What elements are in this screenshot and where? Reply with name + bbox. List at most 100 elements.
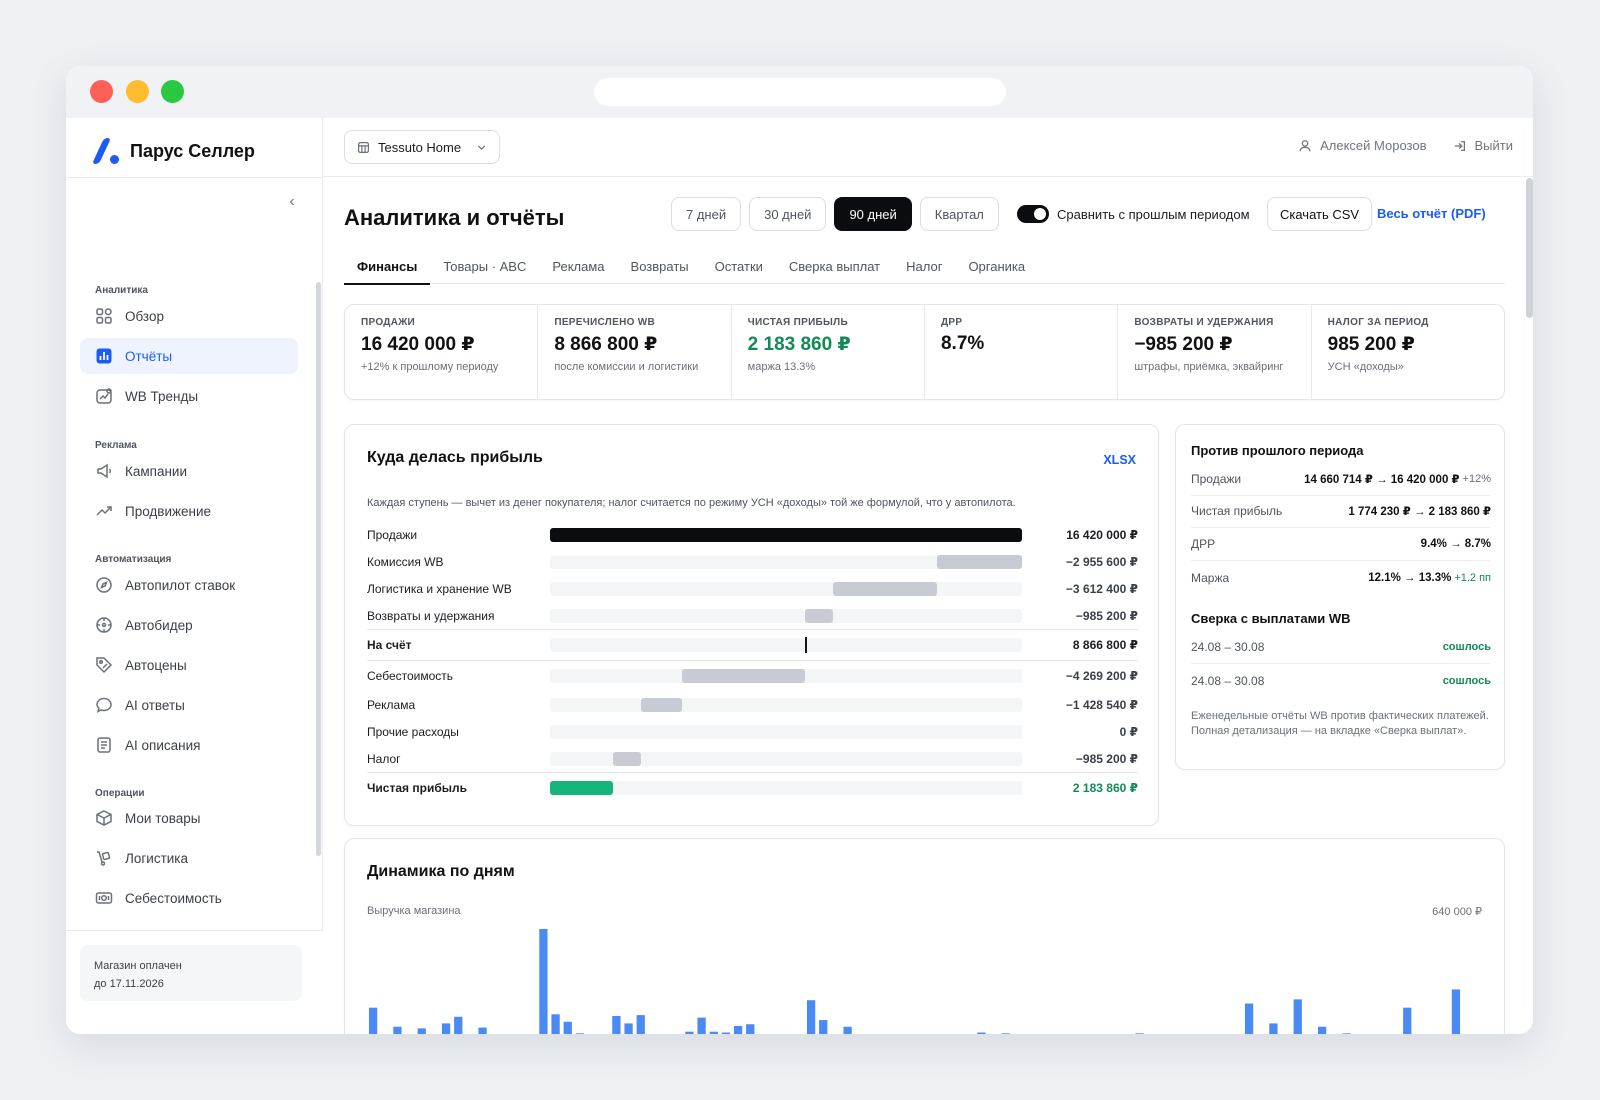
period-button[interactable]: 30 дней xyxy=(749,197,827,231)
sidebar-item[interactable]: Автоцены xyxy=(80,647,298,683)
sidebar-item-label: Себестоимость xyxy=(125,890,222,906)
waterfall-title: Куда делась прибыль xyxy=(367,449,543,466)
sidebar-section-title: Реклама xyxy=(95,440,137,451)
kpi-card: ПЕРЕЧИСЛЕНО WB 8 866 800 ₽ после комиссии … xyxy=(538,305,732,399)
tab[interactable]: Сверка выплат xyxy=(776,249,893,284)
waterfall-row-value: −3 612 400 ₽ xyxy=(1065,581,1138,596)
waterfall-bar xyxy=(641,697,683,712)
user-name[interactable]: Алексей Морозов xyxy=(1320,138,1426,153)
waterfall-row-label: Налог xyxy=(367,751,401,766)
kpi-label: НАЛОГ ЗА ПЕРИОД xyxy=(1327,317,1429,328)
sidebar-item[interactable]: Продвижение xyxy=(80,493,298,529)
comparison-label: ДРР xyxy=(1191,537,1216,551)
tab[interactable]: Товары · ABC xyxy=(430,249,539,284)
sidebar-scrollbar[interactable] xyxy=(316,282,321,856)
sidebar-item-label: Автопилот ставок xyxy=(125,577,236,593)
sidebar-item[interactable]: Автобидер xyxy=(80,607,298,643)
sidebar-item[interactable]: WB Тренды xyxy=(80,378,298,414)
store-name: Tessuto Home xyxy=(378,139,462,155)
revenue-bar xyxy=(624,1023,633,1034)
sidebar-item-label: Кампании xyxy=(125,463,188,479)
waterfall-row-label: Возвраты и удержания xyxy=(367,608,495,623)
sidebar-item[interactable]: Логистика xyxy=(80,840,298,876)
dolly-icon xyxy=(95,849,113,867)
main-scrollbar[interactable] xyxy=(1526,178,1533,318)
sidebar-item[interactable]: Отчёты xyxy=(80,338,298,374)
tab[interactable]: Возвраты xyxy=(618,249,702,284)
logo[interactable]: Парус Селлер xyxy=(90,136,255,166)
tab[interactable]: Налог xyxy=(893,249,955,284)
maximize-window-button[interactable] xyxy=(161,80,184,103)
address-bar[interactable] xyxy=(594,78,1006,106)
sidebar-item[interactable]: AI описания xyxy=(80,727,298,763)
revenue-bar xyxy=(819,1020,828,1034)
comparison-label: Продажи xyxy=(1191,472,1242,486)
waterfall-track xyxy=(550,608,1022,623)
toggle-switch[interactable] xyxy=(1017,205,1049,223)
revenue-bar xyxy=(685,1031,694,1034)
full-report-pdf-link[interactable]: Весь отчёт (PDF) xyxy=(1377,206,1486,221)
period-button[interactable]: Квартал xyxy=(919,197,999,231)
kpi-subtext: штрафы, приёмка, эквайринг xyxy=(1134,361,1284,373)
sidebar-item[interactable]: AI ответы xyxy=(80,687,298,723)
sidebar-item[interactable]: Мои товары xyxy=(80,800,298,836)
profit-waterfall-card: Куда делась прибыль XLSX Каждая ступень … xyxy=(344,424,1159,826)
sidebar-item-label: Автоцены xyxy=(125,657,187,673)
waterfall-row-label: Реклама xyxy=(367,697,416,712)
sidebar-item[interactable]: Себестоимость xyxy=(80,880,298,916)
revenue-bar xyxy=(1451,989,1461,1034)
kpi-card: ДРР 8.7% xyxy=(925,305,1119,399)
comparison-delta: +1.2 пп xyxy=(1454,571,1491,584)
banknote-icon xyxy=(95,889,113,907)
export-xlsx-link[interactable]: XLSX xyxy=(1103,453,1136,467)
period-button[interactable]: 7 дней xyxy=(671,197,742,231)
sidebar-item-label: Обзор xyxy=(125,308,164,324)
comparison-title: Против прошлого периода xyxy=(1191,443,1364,458)
close-window-button[interactable] xyxy=(90,80,113,103)
series-label: Выручка магазина xyxy=(367,905,461,917)
logout-button[interactable]: Выйти xyxy=(1475,138,1514,153)
megaphone-icon xyxy=(95,462,113,480)
revenue-bar-chart xyxy=(368,929,1461,1034)
kpi-card: ВОЗВРАТЫ И УДЕРЖАНИЯ −985 200 ₽ штрафы, пр… xyxy=(1118,305,1312,399)
sidebar-item[interactable]: Обзор xyxy=(80,298,298,334)
sidebar-section-title: Операции xyxy=(95,788,145,799)
compass-icon xyxy=(95,576,113,594)
compare-toggle[interactable]: Сравнить с прошлым периодом xyxy=(1017,205,1250,223)
user-icon xyxy=(1299,139,1311,151)
tab[interactable]: Реклама xyxy=(539,249,617,284)
revenue-bar xyxy=(368,1007,378,1034)
tab[interactable]: Финансы xyxy=(344,249,431,285)
period-button[interactable]: 90 дней xyxy=(834,197,912,231)
axis-max-label: 640 000 ₽ xyxy=(1432,906,1482,918)
waterfall-row-label: Прочие расходы xyxy=(367,724,459,739)
revenue-bar xyxy=(1317,1026,1327,1034)
store-selector[interactable]: Tessuto Home xyxy=(344,130,500,164)
waterfall-row-label: Логистика и хранение WB xyxy=(367,581,512,596)
revenue-bar xyxy=(977,1032,986,1034)
revenue-bar xyxy=(551,1014,560,1034)
sidebar-item[interactable]: Автопилот ставок xyxy=(80,567,298,603)
store-icon xyxy=(358,141,369,153)
sidebar-item[interactable]: Кампании xyxy=(80,453,298,489)
waterfall-row: Логистика и хранение WB −3 612 400 ₽ xyxy=(367,575,1138,602)
daily-dynamics-card: Динамика по дням Выручка магазина 640 00… xyxy=(344,838,1505,1034)
waterfall-track xyxy=(550,697,1022,712)
waterfall-row: Реклама −1 428 540 ₽ xyxy=(367,691,1138,718)
top-bar: Tessuto Home Алексей Морозов Выйти xyxy=(323,118,1533,177)
sidebar-item-label: Отчёты xyxy=(125,348,173,364)
waterfall-row-value: −985 200 ₽ xyxy=(1075,751,1138,766)
waterfall-bar xyxy=(937,554,1022,569)
paid-until: до 17.11.2026 xyxy=(94,978,164,990)
title-bar xyxy=(66,66,1533,118)
download-csv-button[interactable]: Скачать CSV xyxy=(1267,197,1373,231)
minimize-window-button[interactable] xyxy=(126,80,149,103)
sidebar-item-label: AI ответы xyxy=(125,697,185,713)
tab[interactable]: Органика xyxy=(955,249,1038,284)
kpi-label: ЧИСТАЯ ПРИБЫЛЬ xyxy=(747,317,848,328)
tab[interactable]: Остатки xyxy=(702,249,776,284)
comparison-row: Продажи 14 660 714 ₽ → 16 420 000 ₽ +12% xyxy=(1191,463,1491,496)
waterfall-row-value: 2 183 860 ₽ xyxy=(1072,780,1138,795)
chevron-left-icon[interactable]: ‹ xyxy=(284,194,300,210)
comparison-row: Маржа 12.1% → 13.3% +1.2 пп xyxy=(1191,561,1491,594)
